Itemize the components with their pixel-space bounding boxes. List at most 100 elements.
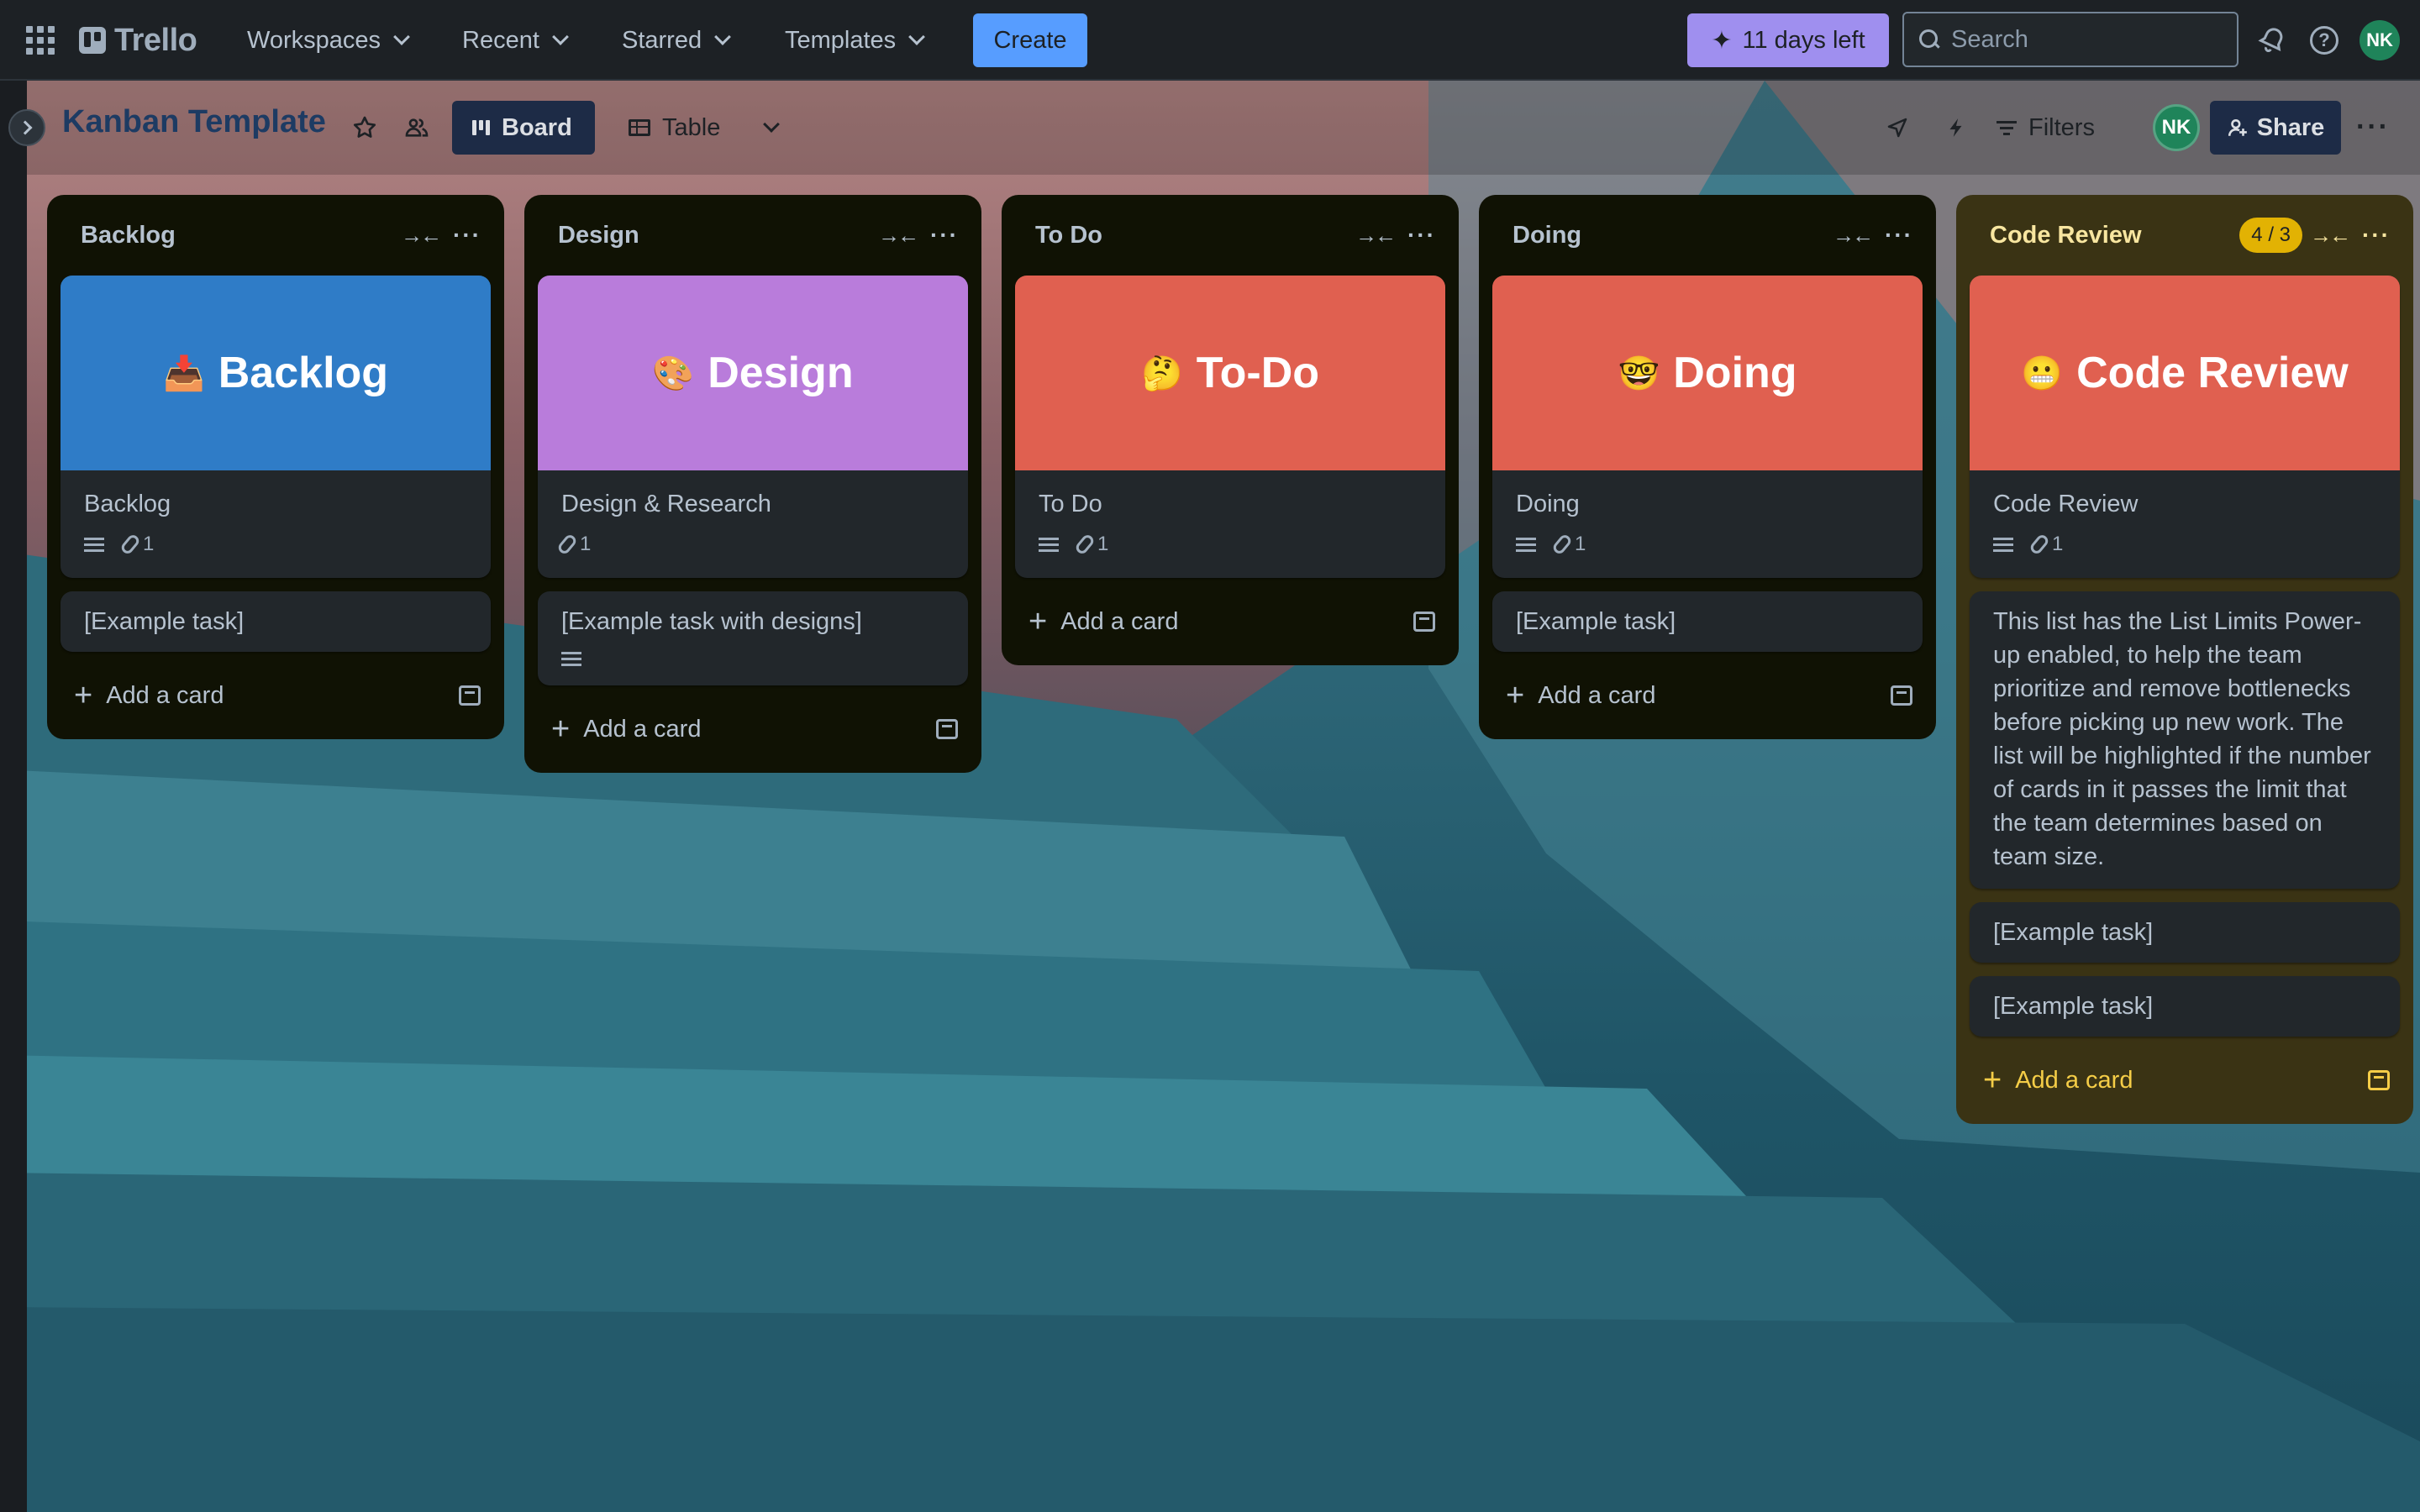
search-input[interactable]: Search xyxy=(1902,12,2238,67)
logo-text: Trello xyxy=(114,22,197,58)
attachment-badge: 1 xyxy=(555,528,592,561)
list-item[interactable]: [Example task] xyxy=(1970,976,2400,1037)
user-avatar[interactable]: NK xyxy=(2360,20,2400,60)
notifications-bell-icon[interactable] xyxy=(2254,22,2291,59)
trial-button[interactable]: ✦ 11 days left xyxy=(1687,13,1889,67)
list-limit-badge: 4 / 3 xyxy=(2239,218,2302,253)
list-title[interactable]: Design xyxy=(558,222,881,249)
collapsed-sidebar xyxy=(0,81,27,1512)
collapse-list-icon[interactable]: →← xyxy=(2310,218,2351,252)
add-card-button[interactable]: + Add a card xyxy=(1970,1050,2400,1110)
menu-starred[interactable]: Starred xyxy=(613,18,737,62)
card-template-icon[interactable] xyxy=(459,685,481,706)
paperclip-icon xyxy=(555,533,579,556)
board-member-avatar[interactable]: NK xyxy=(2153,104,2200,151)
filters-label: Filters xyxy=(2028,113,2095,141)
menu-workspaces[interactable]: Workspaces xyxy=(239,18,416,62)
collapse-list-icon[interactable]: →← xyxy=(878,218,919,252)
cover-text: Doing xyxy=(1673,349,1797,397)
list-title[interactable]: Code Review xyxy=(1990,222,2239,249)
app-switcher-icon[interactable] xyxy=(22,22,59,59)
board-menu-icon[interactable]: ··· xyxy=(2356,111,2390,144)
card-template-icon[interactable] xyxy=(2368,1070,2390,1090)
automation-bolt-icon[interactable] xyxy=(1939,111,1973,144)
cover-card[interactable]: 😬 Code Review Code Review 1 xyxy=(1970,276,2400,578)
help-icon[interactable]: ? xyxy=(2306,22,2343,59)
star-icon[interactable] xyxy=(348,111,381,144)
card-cover: 🤔 To-Do xyxy=(1015,276,1445,470)
description-icon xyxy=(1516,537,1536,552)
chevron-down-icon xyxy=(393,29,410,45)
more-views-chevron-icon[interactable] xyxy=(755,111,788,144)
filters-button[interactable]: Filters xyxy=(1996,104,2095,151)
card-template-icon[interactable] xyxy=(936,719,958,739)
list-item[interactable]: [Example task] xyxy=(1492,591,1923,652)
paperclip-icon xyxy=(1550,533,1574,556)
search-icon xyxy=(1919,29,1939,50)
cover-text: Backlog xyxy=(218,349,389,397)
card-cover: 😬 Code Review xyxy=(1970,276,2400,470)
cover-card[interactable]: 📥 Backlog Backlog 1 xyxy=(60,276,491,578)
menu-label: Workspaces xyxy=(247,26,381,54)
card-title: To Do xyxy=(1039,491,1102,517)
card-title: This list has the List Limits Power-up e… xyxy=(1993,608,2371,870)
card-template-icon[interactable] xyxy=(1891,685,1912,706)
board-view-icon xyxy=(472,120,490,135)
list-code-review: Code Review 4 / 3 →← ··· 😬 Code Review C… xyxy=(1956,195,2413,1124)
list-item[interactable]: [Example task] xyxy=(1970,902,2400,963)
card-cover: 📥 Backlog xyxy=(60,276,491,470)
collapse-list-icon[interactable]: →← xyxy=(1355,218,1397,252)
cover-card[interactable]: 🎨 Design Design & Research 1 xyxy=(538,276,968,578)
list-menu-icon[interactable]: ··· xyxy=(2360,218,2393,252)
list-title[interactable]: To Do xyxy=(1035,222,1358,249)
list-item[interactable]: [Example task with designs] xyxy=(538,591,968,685)
trello-logo[interactable]: Trello xyxy=(79,22,197,59)
card-title: Doing xyxy=(1516,491,1580,517)
add-card-label: Add a card xyxy=(1060,607,1179,635)
cover-text: Design xyxy=(708,349,854,397)
expand-sidebar-button[interactable] xyxy=(8,109,45,146)
cover-text: Code Review xyxy=(2076,349,2349,397)
card-template-icon[interactable] xyxy=(1413,612,1435,632)
list-menu-icon[interactable]: ··· xyxy=(1405,218,1439,252)
add-card-button[interactable]: + Add a card xyxy=(538,699,968,759)
table-view-button[interactable]: Table xyxy=(608,101,743,155)
board-view-label: Board xyxy=(502,113,572,141)
list-header: Code Review 4 / 3 →← ··· xyxy=(1970,195,2400,276)
description-icon xyxy=(561,651,581,666)
plus-icon: + xyxy=(74,678,93,713)
menu-recent[interactable]: Recent xyxy=(454,18,575,62)
cover-card[interactable]: 🤔 To-Do To Do 1 xyxy=(1015,276,1445,578)
add-card-button[interactable]: + Add a card xyxy=(1015,591,1445,652)
add-person-icon xyxy=(2228,119,2247,136)
card-cover: 🤓 Doing xyxy=(1492,276,1923,470)
menu-templates[interactable]: Templates xyxy=(776,18,931,62)
card-title: Design & Research xyxy=(561,491,771,517)
board-view-button[interactable]: Board xyxy=(452,101,595,155)
thinking-face-icon: 🤔 xyxy=(1140,354,1183,392)
trial-label: 11 days left xyxy=(1742,26,1865,54)
workspace-visibility-icon[interactable] xyxy=(400,111,434,144)
list-item[interactable]: [Example task] xyxy=(60,591,491,652)
card-title: Backlog xyxy=(84,491,171,517)
power-ups-rocket-icon[interactable] xyxy=(1881,111,1914,144)
list-menu-icon[interactable]: ··· xyxy=(1882,218,1916,252)
board-title[interactable]: Kanban Template xyxy=(62,104,326,140)
list-title[interactable]: Doing xyxy=(1512,222,1835,249)
list-title[interactable]: Backlog xyxy=(81,222,403,249)
cover-card[interactable]: 🤓 Doing Doing 1 xyxy=(1492,276,1923,578)
attachment-count: 1 xyxy=(1575,533,1586,555)
create-button[interactable]: Create xyxy=(973,13,1087,67)
attachment-count: 1 xyxy=(580,533,592,555)
add-card-button[interactable]: + Add a card xyxy=(60,665,491,726)
list-menu-icon[interactable]: ··· xyxy=(928,218,961,252)
list-menu-icon[interactable]: ··· xyxy=(450,218,484,252)
collapse-list-icon[interactable]: →← xyxy=(401,218,442,252)
add-card-label: Add a card xyxy=(106,681,224,709)
list-item[interactable]: This list has the List Limits Power-up e… xyxy=(1970,591,2400,889)
add-card-button[interactable]: + Add a card xyxy=(1492,665,1923,726)
list-design: Design →← ··· 🎨 Design Design & Research… xyxy=(524,195,981,773)
share-label: Share xyxy=(2256,113,2325,141)
collapse-list-icon[interactable]: →← xyxy=(1833,218,1874,252)
share-button[interactable]: Share xyxy=(2210,101,2341,155)
